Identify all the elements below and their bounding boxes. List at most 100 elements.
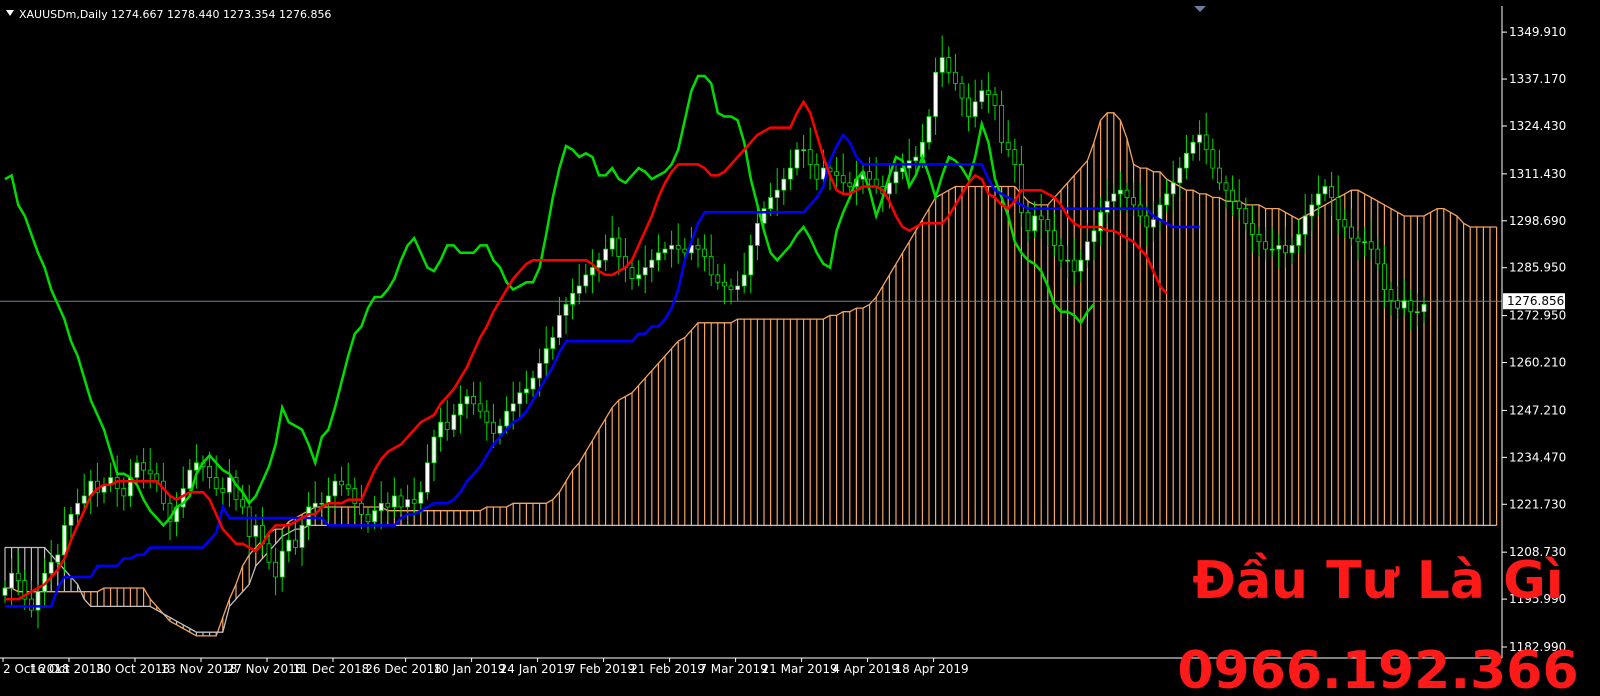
candle-body <box>590 267 595 276</box>
candle-body <box>1217 167 1222 184</box>
candle-body <box>431 436 437 464</box>
candle-body <box>1052 230 1057 246</box>
candle-body <box>378 502 384 512</box>
candle-body <box>1091 230 1097 243</box>
candle-body <box>385 502 391 508</box>
candle-body <box>1203 134 1209 151</box>
watermark-title: Đầu Tư Là Gì <box>1192 551 1563 611</box>
candle-body <box>1243 208 1249 224</box>
candle-body <box>1329 186 1334 198</box>
candle-body <box>702 248 707 257</box>
candle-body <box>253 524 259 537</box>
y-tick-label: 1349.910 <box>1509 25 1566 39</box>
candle-body <box>616 237 622 257</box>
candle-body <box>438 421 444 438</box>
candle-body <box>1038 215 1044 221</box>
candle-body <box>418 491 424 504</box>
candle-body <box>299 524 305 548</box>
candle-body <box>68 513 74 526</box>
candle-body <box>1190 141 1196 154</box>
candle-body <box>583 274 589 287</box>
candle-body <box>1170 182 1176 195</box>
y-tick-label: 1337.170 <box>1509 72 1566 86</box>
candle-body <box>1005 141 1011 151</box>
x-tick-label: 7 Feb 2019 <box>568 662 635 676</box>
candle-body <box>1395 300 1400 309</box>
candle-body <box>1137 204 1143 217</box>
candle-body <box>788 167 793 180</box>
x-tick-label: 16 Oct 2018 <box>30 662 104 676</box>
candle-body <box>755 222 760 246</box>
candle-body <box>1111 193 1117 202</box>
x-tick-label: 21 Mar 2019 <box>762 662 838 676</box>
candle-body <box>979 90 985 103</box>
candle-body <box>345 484 351 489</box>
y-tick-label: 1298.690 <box>1509 214 1566 228</box>
candle-body <box>1197 134 1202 143</box>
candle-body <box>490 421 496 434</box>
candle-body <box>1269 248 1275 251</box>
candle-body <box>365 513 371 523</box>
candle-body <box>1408 300 1414 313</box>
candle-body <box>246 506 252 537</box>
candle-body <box>220 488 226 493</box>
candle-body <box>1316 193 1321 206</box>
y-tick-label: 1285.950 <box>1509 261 1566 275</box>
candle-body <box>1144 215 1150 228</box>
candle-body <box>1104 200 1110 213</box>
candle-body <box>1322 186 1328 195</box>
candle-body <box>62 524 67 556</box>
candle-body <box>193 462 199 471</box>
candle-body <box>728 285 734 291</box>
candle-body <box>1025 211 1031 232</box>
x-tick-label: 26 Dec 2018 <box>365 662 442 676</box>
candle-body <box>966 97 971 117</box>
candle-body <box>1368 241 1374 250</box>
candle-body <box>352 488 358 504</box>
candle-body <box>1177 167 1183 184</box>
symbol-label: XAUUSDm,Daily <box>19 8 108 21</box>
candle-body <box>504 410 510 427</box>
candle-body <box>840 175 846 184</box>
candle-body <box>1388 289 1394 302</box>
candle-body <box>266 543 272 563</box>
y-tick-label: 1247.210 <box>1509 403 1566 417</box>
candle-body <box>510 403 516 412</box>
last-price-label: 1276.856 <box>1507 294 1564 308</box>
candle-body <box>147 469 153 475</box>
candle-body <box>134 462 140 478</box>
candle-body <box>708 256 714 276</box>
candle-body <box>1362 241 1367 244</box>
candle-body <box>1355 237 1361 243</box>
candle-body <box>972 101 978 117</box>
candle-body <box>1421 303 1427 313</box>
candle-body <box>457 403 463 416</box>
candle-body <box>1263 241 1268 250</box>
candle-body <box>1164 193 1169 206</box>
candle-body <box>477 403 483 412</box>
candle-body <box>867 171 872 180</box>
candle-body <box>121 488 127 497</box>
candle-body <box>1256 233 1262 243</box>
candle-body <box>537 362 542 379</box>
ichimoku-chart[interactable]: 1349.910 1337.170 1324.430 1311.430 1298.690… <box>0 0 1600 696</box>
candle-body <box>1085 241 1090 261</box>
candle-body <box>656 252 661 261</box>
candle-body <box>187 469 193 489</box>
candle-body <box>1045 219 1051 232</box>
candle-body <box>372 510 378 523</box>
candle-body <box>992 94 998 106</box>
candle-body <box>1078 259 1084 272</box>
x-tick-label: 4 Apr 2019 <box>832 662 899 676</box>
candle-body <box>1230 189 1235 202</box>
candle-body <box>807 149 813 165</box>
candle-body <box>292 539 298 548</box>
candle-body <box>2 587 8 596</box>
candle-body <box>999 105 1004 143</box>
y-tick-label: 1234.470 <box>1509 450 1566 464</box>
chart-container[interactable]: 1349.910 1337.170 1324.430 1311.430 1298.690… <box>0 0 1600 696</box>
candle-body <box>1118 189 1123 195</box>
candle-body <box>570 292 575 305</box>
candle-body <box>1382 263 1387 291</box>
candle-body <box>1296 233 1301 246</box>
